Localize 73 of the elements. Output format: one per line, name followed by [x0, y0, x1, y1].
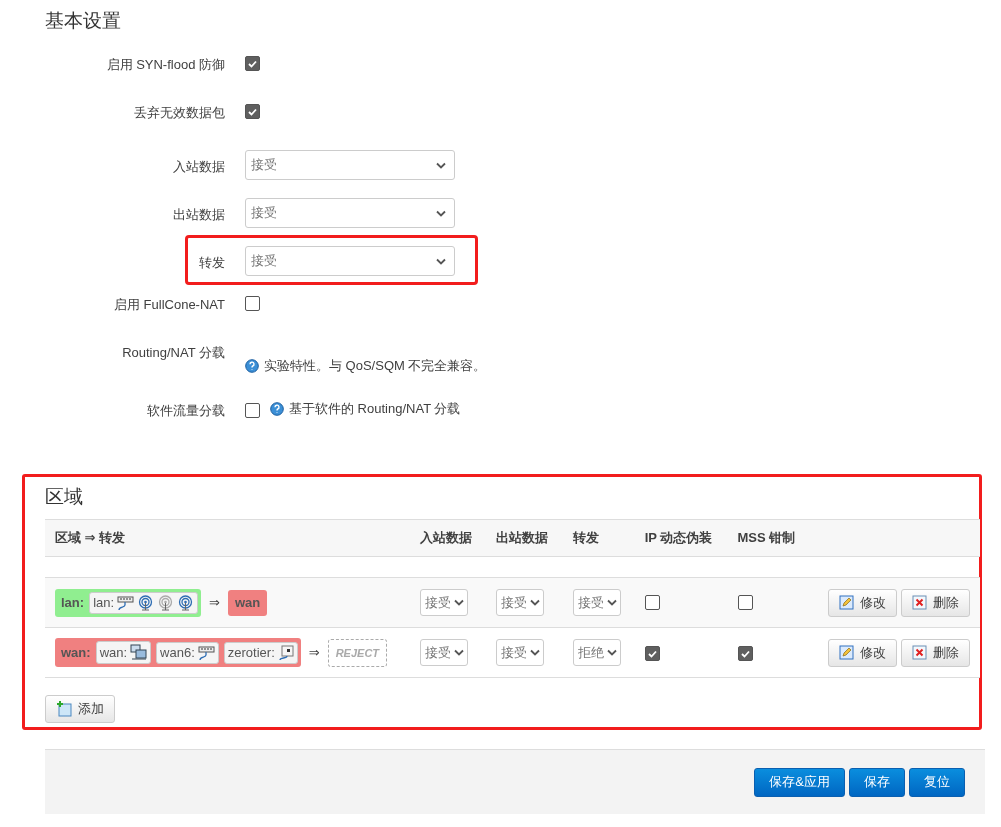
section-title: 基本设置 — [44, 9, 122, 33]
checkbox[interactable] — [245, 296, 260, 311]
section-title: 区域 — [45, 485, 84, 509]
check-icon — [647, 649, 657, 658]
add-icon — [56, 701, 72, 717]
column-header: 转发 — [562, 519, 635, 557]
network-chip: lan: — [89, 591, 199, 614]
caret-icon — [454, 649, 464, 656]
select-field[interactable]: 接受 — [496, 589, 545, 616]
checkbox[interactable] — [245, 56, 260, 71]
caret-icon — [530, 649, 541, 656]
field-label: 出站数据 — [172, 206, 225, 224]
select-field[interactable]: 接受 — [420, 639, 468, 666]
arrow-text: ⇒ — [209, 595, 220, 610]
column-header: MSS 钳制 — [727, 519, 810, 557]
caret-icon — [454, 599, 464, 606]
field-label: 启用 SYN-flood 防御 — [105, 56, 225, 74]
reject-badge: REJECT — [327, 638, 388, 667]
select-field[interactable]: 拒绝 — [572, 639, 621, 666]
network-chip: wan6: — [156, 641, 219, 664]
checkbox[interactable] — [245, 104, 260, 119]
field-label: 入站数据 — [172, 158, 225, 176]
help-icon — [245, 359, 259, 373]
caret-icon — [436, 161, 446, 169]
network-chip: zerotier: — [223, 641, 298, 664]
zone-name: wan: — [61, 645, 91, 660]
column-header: 区域 ⇒ 转发 — [45, 519, 410, 557]
delete-icon — [912, 645, 927, 660]
edit-button[interactable]: 修改 — [828, 638, 897, 667]
column-header: IP 动态伪装 — [634, 519, 728, 557]
network-chip: wan: — [95, 641, 152, 664]
select-field[interactable]: 接受 — [420, 589, 468, 616]
select-field[interactable]: 接受 — [245, 150, 455, 180]
check-icon — [248, 107, 257, 116]
caret-icon — [606, 599, 617, 606]
select-field[interactable]: 接受 — [245, 198, 455, 228]
field-label: 丢弃无效数据包 — [133, 104, 225, 122]
edit-button[interactable]: 修改 — [828, 588, 897, 617]
field-label: 启用 FullCone-NAT — [113, 296, 225, 314]
caret-icon — [436, 209, 446, 217]
edit-icon — [839, 595, 854, 610]
caret-icon — [606, 649, 617, 656]
column-header: 入站数据 — [410, 519, 487, 557]
caret-icon — [436, 257, 446, 265]
checkbox[interactable] — [644, 594, 660, 610]
add-button[interactable]: 添加 — [45, 695, 115, 723]
delete-button[interactable]: 删除 — [901, 588, 970, 617]
delete-button[interactable]: 删除 — [901, 638, 970, 667]
edit-icon — [839, 645, 854, 660]
field-label: 转发 — [198, 254, 225, 272]
checkbox[interactable] — [644, 646, 660, 661]
column-header: 出站数据 — [486, 519, 563, 557]
action-button[interactable]: 保存&应用 — [754, 767, 845, 797]
select-field[interactable]: 接受 — [572, 589, 621, 616]
check-icon — [740, 649, 750, 658]
checkbox[interactable] — [737, 594, 753, 610]
action-button[interactable]: 复位 — [909, 767, 965, 797]
select-field[interactable]: 接受 — [496, 639, 545, 666]
select-field[interactable]: 接受 — [245, 246, 455, 276]
arrow-text: ⇒ — [308, 645, 320, 660]
help-text: 实验特性。与 QoS/SQM 不完全兼容。 — [245, 357, 487, 375]
checkbox[interactable] — [245, 402, 260, 418]
check-icon — [248, 59, 257, 68]
caret-icon — [530, 599, 541, 606]
help-text: 基于软件的 Routing/NAT 分载 — [270, 400, 461, 418]
zone-name: lan: — [61, 595, 85, 610]
zone-badge: wan — [228, 589, 268, 616]
delete-icon — [912, 595, 927, 610]
action-button[interactable]: 保存 — [849, 767, 905, 797]
help-icon — [270, 402, 284, 416]
field-label: Routing/NAT 分载 — [121, 344, 225, 362]
field-label: 软件流量分载 — [146, 402, 225, 420]
checkbox[interactable] — [737, 646, 753, 661]
